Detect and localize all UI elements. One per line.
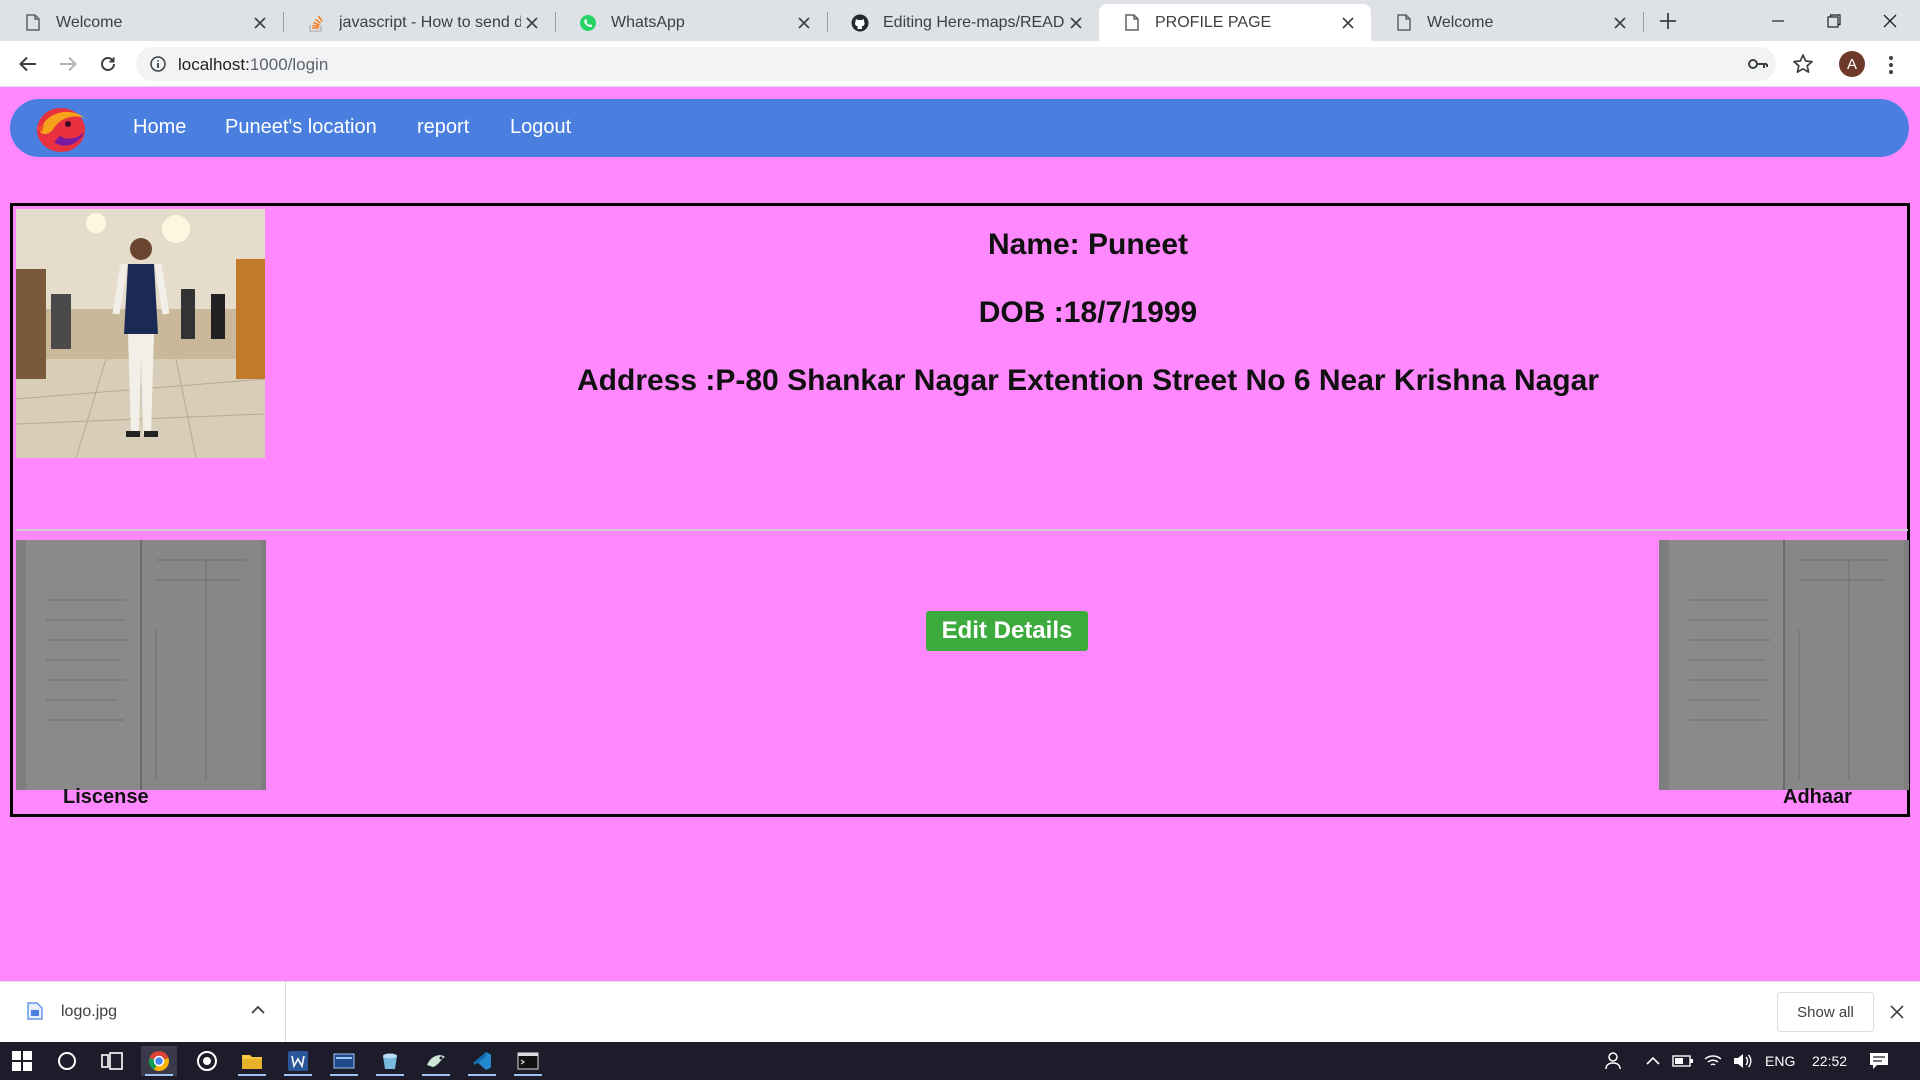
minimize-icon	[1772, 19, 1784, 22]
tab-title: javascript - How to send data	[339, 13, 521, 31]
back-button[interactable]	[13, 49, 43, 79]
profile-photo	[16, 209, 265, 458]
tab-profile-page[interactable]: PROFILE PAGE	[1099, 4, 1371, 41]
clock[interactable]: 22:52	[1812, 1053, 1847, 1069]
page-icon	[1395, 14, 1413, 32]
whatsapp-icon	[579, 14, 597, 32]
license-label: Liscense	[63, 786, 149, 808]
app-bird-icon[interactable]	[418, 1046, 454, 1076]
tab-title: Welcome	[1427, 13, 1494, 31]
close-icon[interactable]	[1890, 1005, 1904, 1019]
new-tab-button[interactable]	[1640, 0, 1696, 41]
stackoverflow-icon	[307, 14, 325, 32]
key-icon[interactable]	[1748, 56, 1768, 72]
chevron-up-icon[interactable]	[251, 1005, 265, 1015]
url-path: 1000/login	[249, 55, 329, 74]
tab-whatsapp[interactable]: WhatsApp	[555, 4, 827, 41]
arrow-right-icon	[60, 56, 77, 72]
minimize-button[interactable]	[1750, 0, 1806, 41]
nav-link-location[interactable]: Puneet's location	[225, 116, 377, 139]
browser-tab-strip: Welcome javascript - How to send data Wh…	[0, 0, 1920, 41]
section-divider	[16, 529, 1908, 531]
download-bar: logo.jpg Show all	[0, 981, 1920, 1042]
tab-title: Welcome	[56, 13, 123, 31]
reload-icon	[101, 57, 115, 71]
windows-start-icon[interactable]	[4, 1046, 40, 1076]
image-file-icon	[27, 1002, 43, 1020]
restore-icon	[1827, 13, 1841, 28]
address-bar[interactable]: localhost:1000/login	[136, 47, 1776, 81]
profile-avatar[interactable]: A	[1839, 51, 1865, 77]
nav-link-report[interactable]: report	[417, 116, 469, 139]
nav-link-logout[interactable]: Logout	[510, 116, 571, 139]
language-indicator[interactable]: ENG	[1765, 1053, 1795, 1069]
site-navbar: Home Puneet's location report Logout	[10, 99, 1909, 157]
download-item[interactable]: logo.jpg	[0, 982, 286, 1042]
file-explorer-icon[interactable]	[234, 1046, 270, 1076]
show-all-button[interactable]: Show all	[1777, 992, 1874, 1032]
adhaar-image	[1659, 540, 1909, 790]
tab-stackoverflow[interactable]: javascript - How to send data	[283, 4, 555, 41]
chrome-taskbar-icon[interactable]	[141, 1046, 177, 1076]
profile-dob: DOB :18/7/1999	[978, 296, 1198, 329]
profile-name: Name: Puneet	[987, 228, 1189, 261]
vscode-icon[interactable]	[464, 1046, 500, 1076]
app-target-icon[interactable]	[189, 1046, 225, 1076]
close-icon[interactable]	[521, 12, 543, 34]
edit-details-button[interactable]: Edit Details	[926, 611, 1088, 651]
close-window-button[interactable]	[1862, 0, 1918, 41]
plus-icon	[1660, 12, 1676, 29]
url-host: localhost:	[178, 55, 250, 74]
github-icon	[851, 14, 869, 32]
more-menu-icon[interactable]	[1888, 55, 1894, 75]
site-logo[interactable]	[30, 102, 90, 155]
tab-github[interactable]: Editing Here-maps/README	[827, 4, 1099, 41]
close-icon[interactable]	[1065, 12, 1087, 34]
forward-button[interactable]	[53, 49, 83, 79]
download-file-name: logo.jpg	[61, 1003, 118, 1020]
close-icon[interactable]	[249, 12, 271, 34]
tab-welcome-1[interactable]: Welcome	[0, 4, 283, 41]
close-icon[interactable]	[1609, 12, 1631, 34]
tab-title: WhatsApp	[611, 13, 685, 31]
volume-icon[interactable]	[1724, 1046, 1760, 1076]
restore-button[interactable]	[1806, 0, 1862, 41]
windows-taskbar: ENG 22:52	[0, 1042, 1920, 1080]
people-icon[interactable]	[1597, 1046, 1633, 1076]
license-image	[16, 540, 266, 790]
cortana-search-icon[interactable]	[49, 1046, 85, 1076]
notifications-icon[interactable]	[1861, 1046, 1897, 1076]
close-icon[interactable]	[793, 12, 815, 34]
star-icon[interactable]	[1792, 53, 1814, 75]
task-view-icon[interactable]	[94, 1046, 130, 1076]
browser-toolbar: localhost:1000/login A	[0, 41, 1920, 87]
tab-title: PROFILE PAGE	[1155, 13, 1272, 31]
terminal-icon[interactable]	[510, 1046, 546, 1076]
word-icon[interactable]	[280, 1046, 316, 1076]
page-icon	[1123, 14, 1141, 32]
close-icon	[1883, 14, 1897, 27]
tab-title: Editing Here-maps/README	[883, 13, 1065, 31]
reload-button[interactable]	[93, 49, 123, 79]
page-icon	[24, 14, 42, 32]
url-text: localhost:1000/login	[178, 55, 328, 75]
adhaar-label: Adhaar	[1783, 786, 1852, 808]
tab-welcome-2[interactable]: Welcome	[1371, 4, 1643, 41]
nav-link-home[interactable]: Home	[133, 116, 186, 139]
info-icon[interactable]	[150, 56, 166, 72]
close-icon[interactable]	[1337, 12, 1359, 34]
app-window-icon[interactable]	[326, 1046, 362, 1076]
arrow-left-icon	[19, 56, 36, 72]
profile-address: Address :P-80 Shankar Nagar Extention St…	[577, 364, 1599, 397]
app-bucket-icon[interactable]	[372, 1046, 408, 1076]
profile-card: Name: Puneet DOB :18/7/1999 Address :P-8…	[10, 203, 1910, 817]
